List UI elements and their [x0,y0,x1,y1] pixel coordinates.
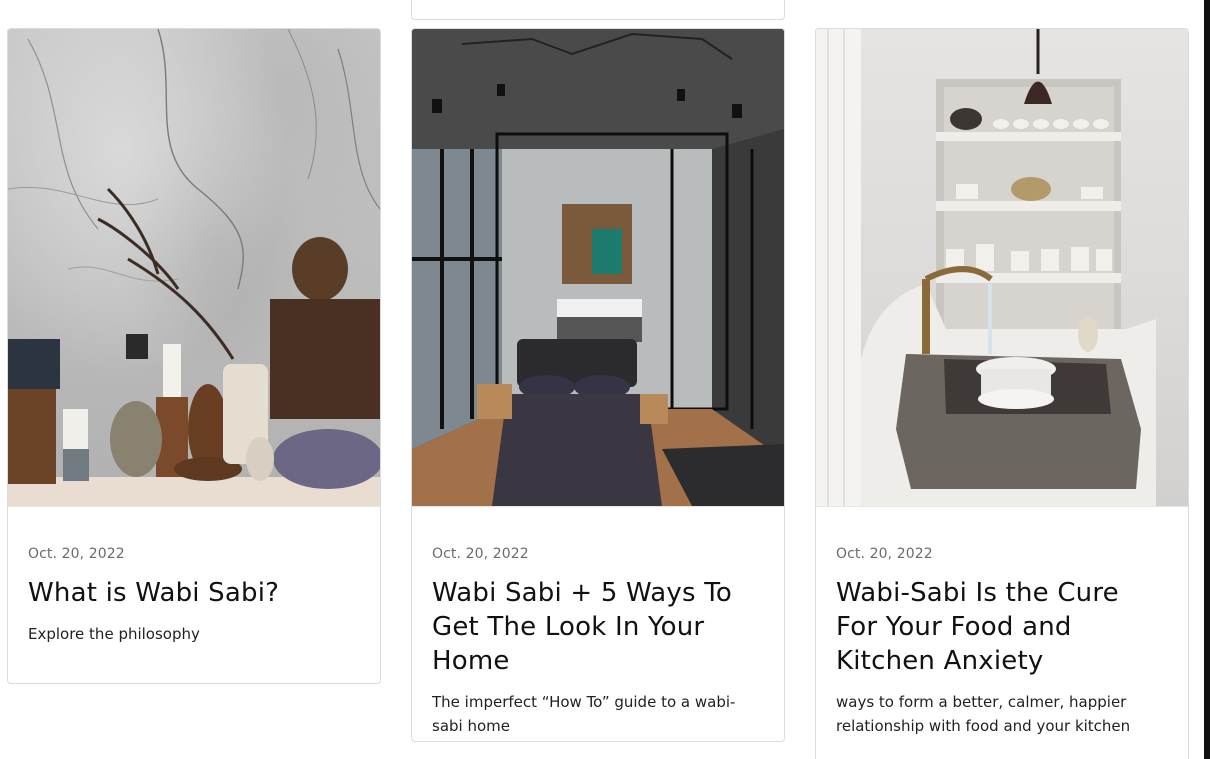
post-title[interactable]: What is Wabi Sabi? [28,576,360,610]
post-date: Oct. 20, 2022 [28,546,125,562]
blog-card-grid: Oct. 20, 2022 What is Wabi Sabi? Explore… [0,0,1210,759]
post-date: Oct. 20, 2022 [432,546,529,562]
window-edge-bar [1204,0,1210,759]
blog-card-5-ways[interactable]: Oct. 20, 2022 Wabi Sabi + 5 Ways To Get … [411,28,785,742]
post-title[interactable]: Wabi-Sabi Is the Cure For Your Food and … [836,576,1168,678]
blog-card-kitchen-anxiety[interactable]: Oct. 20, 2022 Wabi-Sabi Is the Cure For … [815,28,1189,759]
post-description: ways to form a better, calmer, happier r… [836,693,1131,735]
card-partial-above[interactable] [411,0,785,20]
post-title[interactable]: Wabi Sabi + 5 Ways To Get The Look In Yo… [432,576,764,678]
dark-bedroom-image[interactable] [412,29,784,507]
blog-card-what-is-wabi-sabi[interactable]: Oct. 20, 2022 What is Wabi Sabi? Explore… [7,28,381,684]
post-date: Oct. 20, 2022 [836,546,933,562]
marble-wall-still-life-image[interactable] [8,29,380,507]
stone-sink-kitchen-image[interactable] [816,29,1188,507]
post-description: The imperfect “How To” guide to a wabi-s… [432,693,736,735]
post-description: Explore the philosophy [28,625,200,643]
